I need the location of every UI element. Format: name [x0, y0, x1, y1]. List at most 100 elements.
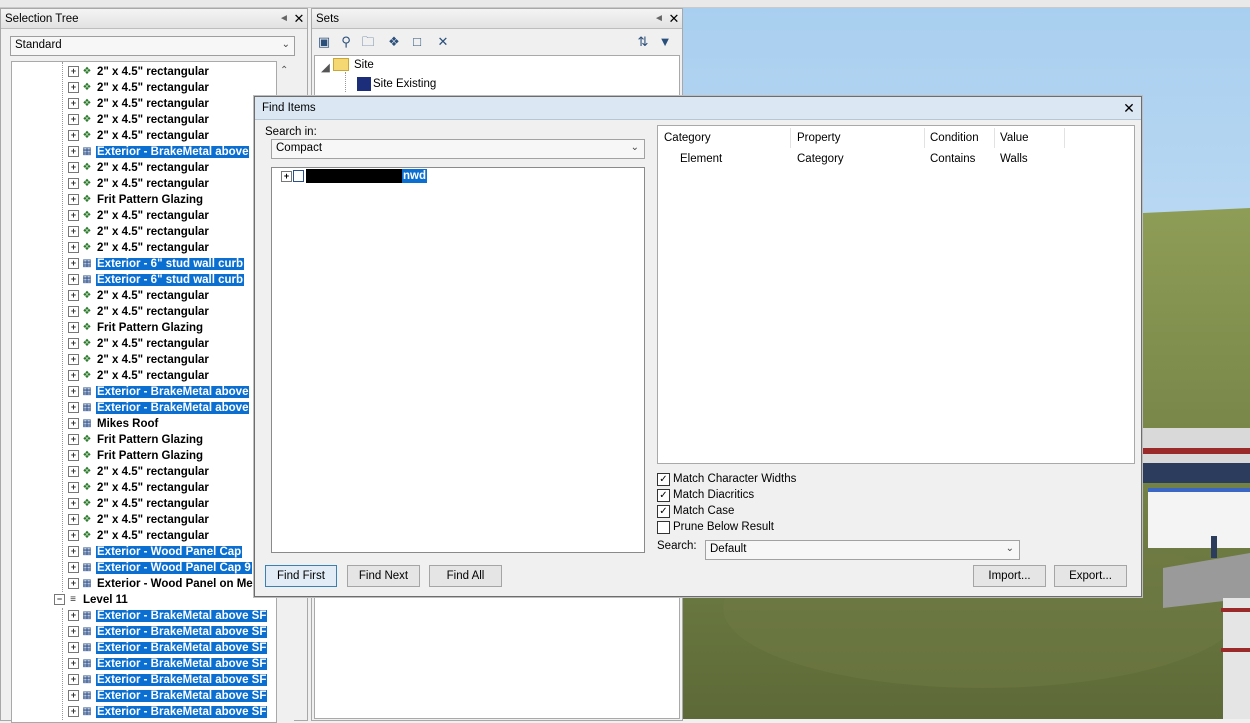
criteria-header-category[interactable]: Category	[664, 132, 711, 144]
tree-row[interactable]: + ❖ 2" x 4.5" rectangular	[68, 128, 210, 144]
expand-icon[interactable]: +	[68, 162, 79, 174]
expand-icon[interactable]: +	[68, 178, 79, 190]
criteria-grid[interactable]: Category Property Condition Value Elemen…	[657, 125, 1135, 464]
pin-icon[interactable]: ◄	[652, 13, 666, 24]
checkbox-box[interactable]: ✓	[657, 504, 670, 518]
expand-icon[interactable]: +	[68, 402, 79, 414]
criteria-header-property[interactable]: Property	[797, 132, 840, 144]
tree-row[interactable]: + ❖ 2" x 4.5" rectangular	[68, 336, 210, 352]
selection-tree-mode-dropdown[interactable]: Standard ⌄	[10, 36, 295, 56]
sort-icon[interactable]: ⇅	[634, 33, 652, 51]
expand-icon[interactable]: +	[68, 114, 79, 126]
tree-row[interactable]: + ▦ Exterior - BrakeMetal above	[68, 400, 250, 416]
expand-icon[interactable]: +	[68, 354, 79, 366]
tree-row[interactable]: + ❖ 2" x 4.5" rectangular	[68, 224, 210, 240]
tree-row[interactable]: + ▦ Exterior - Wood Panel on Me	[68, 576, 254, 592]
tree-row[interactable]: + ❖ 2" x 4.5" rectangular	[68, 304, 210, 320]
tree-row[interactable]: + ❖ Frit Pattern Glazing	[68, 448, 204, 464]
tree-row[interactable]: + ❖ 2" x 4.5" rectangular	[68, 64, 210, 80]
expand-icon[interactable]: +	[68, 194, 79, 206]
tree-row[interactable]: + ▦ Exterior - Wood Panel Cap	[68, 544, 243, 560]
search-in-tree[interactable]: + nwd	[271, 167, 645, 553]
match-diacritics-checkbox[interactable]: ✓ Match Diacritics	[657, 488, 754, 502]
tree-row[interactable]: + ❖ 2" x 4.5" rectangular	[68, 496, 210, 512]
tree-row[interactable]: + ❖ 2" x 4.5" rectangular	[68, 528, 210, 544]
expand-icon[interactable]: +	[68, 386, 79, 398]
tree-row[interactable]: + ❖ Frit Pattern Glazing	[68, 432, 204, 448]
search-in-dropdown[interactable]: Compact ⌄	[271, 139, 645, 159]
expand-icon[interactable]: +	[68, 706, 79, 718]
expand-icon[interactable]: +	[68, 322, 79, 334]
set-folder-site[interactable]: Site	[354, 59, 374, 71]
expand-icon[interactable]: +	[68, 226, 79, 238]
expand-icon[interactable]: +	[68, 482, 79, 494]
tree-row[interactable]: + ❖ 2" x 4.5" rectangular	[68, 208, 210, 224]
checkbox-box[interactable]: ✓	[657, 472, 670, 486]
import-button[interactable]: Import...	[973, 565, 1046, 587]
collapse-icon[interactable]: −	[54, 594, 65, 606]
import-export-icon[interactable]: ▼	[656, 33, 674, 51]
expand-icon[interactable]: +	[68, 498, 79, 510]
close-icon[interactable]: ✕	[1117, 100, 1141, 117]
expand-icon[interactable]: +	[68, 274, 79, 286]
tree-row[interactable]: + ▦ Mikes Roof	[68, 416, 159, 432]
criteria-header-value[interactable]: Value	[1000, 132, 1029, 144]
search-mode-dropdown[interactable]: Default ⌄	[705, 540, 1020, 560]
expand-icon[interactable]: +	[68, 338, 79, 350]
expand-icon[interactable]: +	[68, 290, 79, 302]
expand-icon[interactable]: +	[68, 546, 79, 558]
tree-row[interactable]: + ▦ Exterior - 6" stud wall curb	[68, 272, 245, 288]
tree-row[interactable]: + ▦ Exterior - BrakeMetal above	[68, 144, 250, 160]
expand-icon[interactable]: +	[68, 610, 79, 622]
expand-icon[interactable]: +	[68, 370, 79, 382]
criteria-cell-property[interactable]: Category	[797, 153, 844, 165]
tree-row[interactable]: + ▦ Exterior - BrakeMetal above SF	[68, 688, 268, 704]
tree-row[interactable]: + ❖ 2" x 4.5" rectangular	[68, 176, 210, 192]
tree-row[interactable]: + ▦ Exterior - BrakeMetal above SF	[68, 608, 268, 624]
expand-icon[interactable]: +	[68, 82, 79, 94]
find-next-button[interactable]: Find Next	[347, 565, 420, 587]
expand-icon[interactable]: +	[68, 578, 79, 590]
scroll-up-icon[interactable]: ⌃	[280, 65, 288, 76]
tree-row[interactable]: + ▦ Exterior - BrakeMetal above SF	[68, 656, 268, 672]
expand-icon[interactable]: +	[68, 642, 79, 654]
new-folder-icon[interactable]: 🗀	[359, 33, 377, 51]
expand-icon[interactable]: +	[68, 562, 79, 574]
duplicate-icon[interactable]: ❖	[385, 33, 403, 51]
export-button[interactable]: Export...	[1054, 565, 1127, 587]
expand-icon[interactable]: +	[68, 66, 79, 78]
expand-icon[interactable]: +	[68, 98, 79, 110]
expand-icon[interactable]: +	[68, 466, 79, 478]
close-icon[interactable]: ✕	[291, 11, 307, 27]
tree-row[interactable]: + ❖ Frit Pattern Glazing	[68, 192, 204, 208]
find-all-button[interactable]: Find All	[429, 565, 502, 587]
expand-icon[interactable]: +	[68, 242, 79, 254]
tree-row[interactable]: + ❖ Frit Pattern Glazing	[68, 320, 204, 336]
collapse-triangle-icon[interactable]: ◢	[321, 60, 330, 74]
save-search-icon[interactable]: ⚲	[337, 33, 355, 51]
tree-row[interactable]: + ❖ 2" x 4.5" rectangular	[68, 288, 210, 304]
model-file-extension[interactable]: nwd	[402, 169, 427, 183]
expand-icon[interactable]: +	[68, 434, 79, 446]
expand-icon[interactable]: +	[68, 514, 79, 526]
expand-icon[interactable]: +	[68, 146, 79, 158]
delete-icon[interactable]: ✕	[434, 33, 452, 51]
tree-row[interactable]: + ❖ 2" x 4.5" rectangular	[68, 112, 210, 128]
expand-icon[interactable]: +	[68, 690, 79, 702]
checkbox-box[interactable]	[657, 520, 670, 534]
criteria-header-condition[interactable]: Condition	[930, 132, 979, 144]
tree-row[interactable]: + ❖ 2" x 4.5" rectangular	[68, 480, 210, 496]
add-comment-icon[interactable]: □	[408, 33, 426, 51]
tree-row[interactable]: + ❖ 2" x 4.5" rectangular	[68, 368, 210, 384]
tree-row[interactable]: + ▦ Exterior - BrakeMetal above SF	[68, 704, 268, 720]
tree-row[interactable]: + ▦ Exterior - BrakeMetal above	[68, 384, 250, 400]
criteria-cell-value[interactable]: Walls	[1000, 153, 1028, 165]
expand-icon[interactable]: +	[68, 674, 79, 686]
tree-row[interactable]: + ❖ 2" x 4.5" rectangular	[68, 96, 210, 112]
pin-icon[interactable]: ◄	[277, 13, 291, 24]
tree-row[interactable]: + ❖ 2" x 4.5" rectangular	[68, 352, 210, 368]
tree-row[interactable]: + ▦ Exterior - BrakeMetal above SF	[68, 624, 268, 640]
expand-icon[interactable]: +	[68, 210, 79, 222]
tree-row[interactable]: + ❖ 2" x 4.5" rectangular	[68, 464, 210, 480]
expand-icon[interactable]: +	[68, 626, 79, 638]
